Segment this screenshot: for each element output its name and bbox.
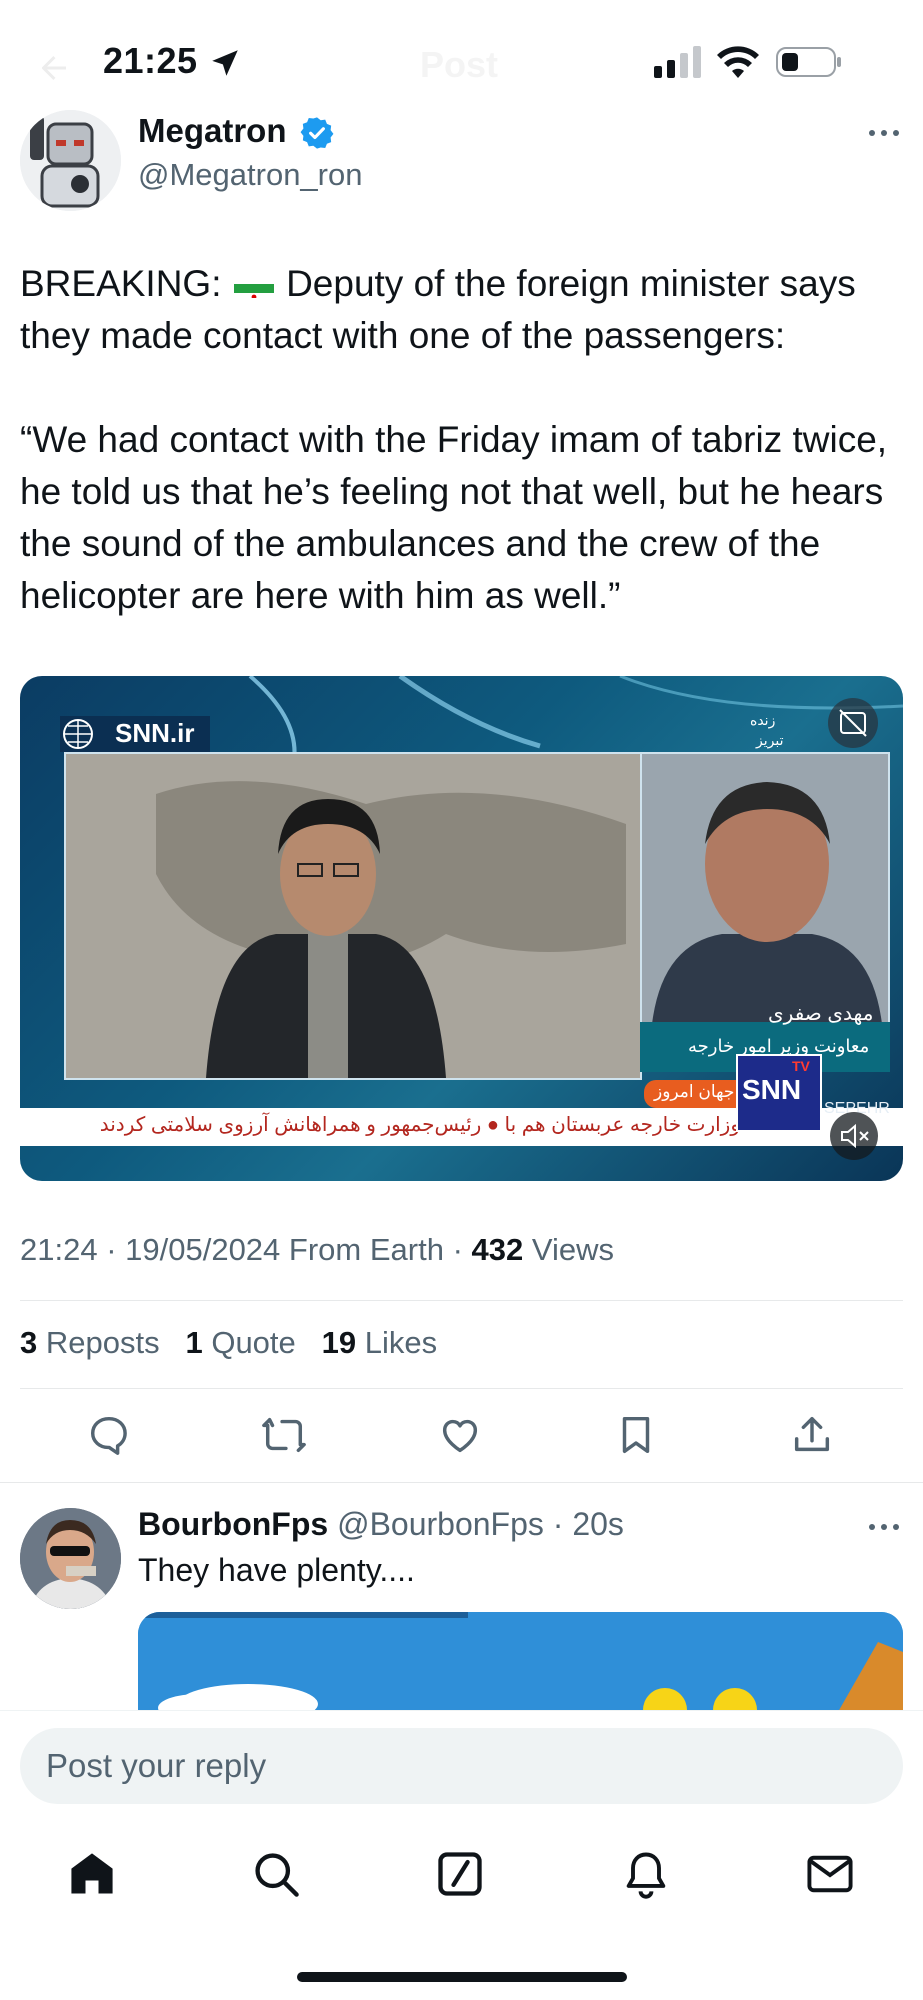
notifications-bell-icon[interactable] (620, 1848, 672, 1900)
author-name[interactable]: Megatron (138, 112, 287, 150)
repost-icon[interactable] (261, 1412, 307, 1458)
author-avatar[interactable] (20, 110, 121, 211)
reply-time[interactable]: 20s (572, 1506, 624, 1542)
news-ticker-text: وزارت خارجه عربستان هم با ● رئیس‌جمهور و… (99, 1114, 740, 1136)
grok-icon[interactable] (434, 1848, 486, 1900)
globe-icon (63, 719, 93, 749)
wifi-icon (717, 46, 759, 78)
views-count: 432 (471, 1232, 524, 1267)
captions-button[interactable] (828, 698, 878, 748)
author-handle[interactable]: @Megatron_ron (138, 157, 362, 193)
reply-author-handle[interactable]: @BourbonFps (337, 1506, 544, 1542)
views-label: Views (531, 1232, 615, 1267)
iran-flag-icon (233, 272, 274, 298)
share-icon[interactable] (789, 1412, 835, 1458)
messages-envelope-icon[interactable] (804, 1848, 856, 1900)
more-options-icon[interactable] (866, 118, 902, 148)
tweet-text-line: BREAKING: Deputy of the foreign minister… (20, 258, 900, 310)
page-title: Post (420, 44, 499, 85)
back-arrow-icon[interactable] (36, 50, 72, 86)
snn-tv-name: SNN (742, 1074, 802, 1105)
more-options-icon[interactable] (866, 1512, 902, 1542)
reply-icon[interactable] (86, 1412, 132, 1458)
bookmark-icon[interactable] (613, 1412, 659, 1458)
captions-off-icon (839, 709, 867, 737)
caption-name: مهدی صفری (768, 1003, 874, 1025)
home-indicator (297, 1972, 627, 1982)
news-anchor-scene (66, 754, 640, 1078)
tweet-text-line: they made contact with one of the passen… (20, 315, 786, 356)
tweet-video[interactable]: SNN.ir زنده تبریز مهدی صفری معاونت وزیر … (20, 676, 903, 1181)
search-icon[interactable] (250, 1848, 302, 1900)
home-icon[interactable] (66, 1848, 118, 1900)
divider (20, 1388, 903, 1389)
divider (0, 1482, 923, 1483)
tweet-date[interactable]: 19/05/2024 (125, 1232, 280, 1267)
mute-button[interactable] (830, 1112, 878, 1160)
reply-avatar[interactable] (20, 1508, 121, 1609)
tweet-time[interactable]: 21:24 (20, 1232, 98, 1267)
status-time: 21:25 (103, 40, 198, 81)
reposts-stat[interactable]: 3 Reposts (20, 1325, 160, 1360)
reply-header: BourbonFps @BourbonFps · 20s (138, 1506, 624, 1542)
interviewee-scene (642, 754, 888, 1024)
cellular-signal-icon (654, 46, 701, 78)
tv-badge: TV (792, 1058, 810, 1074)
reply-image[interactable] (138, 1612, 903, 1712)
verified-badge-icon (300, 117, 334, 149)
likes-stat[interactable]: 19 Likes (322, 1325, 437, 1360)
breaking-label: BREAKING: (20, 263, 222, 304)
today-tag-label: جهان امروز (654, 1082, 735, 1101)
location-arrow-icon (212, 50, 238, 76)
tweet-metadata: 21:24 · 19/05/2024 From Earth · 432 View… (20, 1232, 615, 1267)
video-left-panel (64, 752, 642, 1080)
tweet-quote: “We had contact with the Friday imam of … (20, 419, 888, 616)
live-label: زنده (750, 712, 776, 728)
quotes-stat[interactable]: 1 Quote (185, 1325, 295, 1360)
engagement-stats: 3 Reposts 1 Quote 19 Likes (20, 1325, 437, 1361)
tweet-source: From Earth (288, 1232, 444, 1267)
speaker-muted-icon (841, 1123, 869, 1149)
robot-avatar-image (20, 110, 121, 211)
divider (20, 1300, 903, 1301)
cartoon-sky-image (138, 1612, 903, 1712)
battery-icon (776, 47, 841, 77)
city-label: تبریز (756, 732, 784, 748)
reply-input[interactable] (20, 1728, 903, 1804)
reply-text: They have plenty.... (138, 1552, 415, 1588)
like-heart-icon[interactable] (437, 1412, 483, 1458)
man-sunglasses-avatar-image (20, 1508, 121, 1609)
reply-author-name[interactable]: BourbonFps (138, 1506, 328, 1542)
snn-logo: SNN.ir (115, 718, 195, 748)
tweet-text-segment: Deputy of the foreign minister says (286, 263, 856, 304)
video-right-panel (640, 752, 890, 1026)
